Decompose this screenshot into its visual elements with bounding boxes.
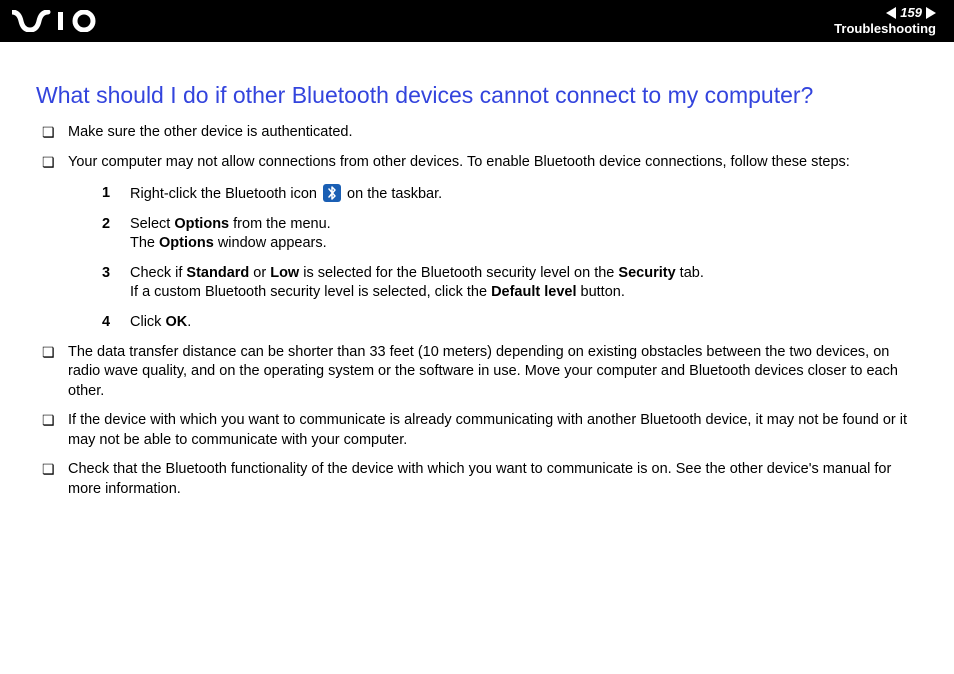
page-header: 159 Troubleshooting: [0, 0, 954, 42]
step-bold: Options: [174, 216, 229, 232]
step-text: Click: [130, 314, 165, 330]
step-number: 4: [102, 313, 110, 333]
bluetooth-icon: [323, 184, 341, 202]
step-item: 2 Select Options from the menu. The Opti…: [102, 215, 918, 254]
step-text: tab.: [676, 265, 704, 281]
bullet-list: Make sure the other device is authentica…: [36, 123, 918, 499]
list-item: Make sure the other device is authentica…: [36, 123, 918, 143]
step-bold: Options: [159, 235, 214, 251]
step-text: Check if: [130, 265, 186, 281]
page-navigator: 159: [886, 6, 936, 20]
section-label: Troubleshooting: [834, 22, 936, 36]
step-text: is selected for the Bluetooth security l…: [299, 265, 618, 281]
page-number: 159: [900, 6, 922, 20]
step-item: 3 Check if Standard or Low is selected f…: [102, 264, 918, 303]
step-bold: Default level: [491, 284, 576, 300]
step-item: 4 Click OK.: [102, 313, 918, 333]
step-text: or: [249, 265, 270, 281]
step-text: window appears.: [214, 235, 327, 251]
step-text: Select: [130, 216, 174, 232]
step-bold: OK: [165, 314, 187, 330]
steps-list: 1 Right-click the Bluetooth icon on the …: [102, 184, 918, 332]
step-text: from the menu.: [229, 216, 331, 232]
step-text: button.: [576, 284, 624, 300]
list-item-text: Your computer may not allow connections …: [68, 154, 850, 170]
page-title: What should I do if other Bluetooth devi…: [36, 82, 918, 109]
header-right: 159 Troubleshooting: [834, 6, 936, 37]
step-text: .: [187, 314, 191, 330]
list-item: If the device with which you want to com…: [36, 411, 918, 450]
step-bold: Security: [618, 265, 675, 281]
step-number: 1: [102, 184, 110, 204]
step-item: 1 Right-click the Bluetooth icon on the …: [102, 184, 918, 205]
vaio-logo: [12, 10, 108, 32]
step-bold: Low: [270, 265, 299, 281]
list-item: Check that the Bluetooth functionality o…: [36, 460, 918, 499]
step-text: on the taskbar.: [343, 186, 442, 202]
page-content: What should I do if other Bluetooth devi…: [0, 42, 954, 499]
step-bold: Standard: [186, 265, 249, 281]
step-text: Right-click the Bluetooth icon: [130, 186, 321, 202]
list-item: The data transfer distance can be shorte…: [36, 343, 918, 402]
step-number: 3: [102, 264, 110, 284]
step-text: If a custom Bluetooth security level is …: [130, 284, 491, 300]
step-text: The: [130, 235, 159, 251]
list-item: Your computer may not allow connections …: [36, 153, 918, 333]
prev-page-arrow-icon[interactable]: [886, 7, 896, 19]
step-number: 2: [102, 215, 110, 235]
next-page-arrow-icon[interactable]: [926, 7, 936, 19]
